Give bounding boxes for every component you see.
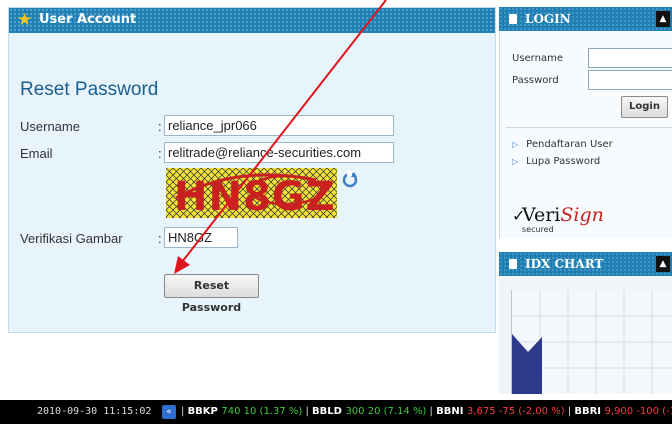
document-icon <box>509 259 517 269</box>
captcha-image: HN8GZ <box>166 168 337 218</box>
username-field[interactable]: reliance_jpr066 <box>164 115 394 136</box>
collapse-icon[interactable]: ▲ <box>656 256 670 272</box>
login-header: LOGIN ▲ <box>499 7 672 31</box>
email-label: Email <box>20 146 53 161</box>
captcha-field[interactable]: HN8GZ <box>164 227 238 248</box>
idx-chart-header: IDX CHART ▲ <box>499 252 672 276</box>
stock-ticker: 2010-09-30 11:15:02 « | BBKP 740 10 (1.3… <box>0 400 672 424</box>
page: ★ User Account Reset Password Username :… <box>0 0 672 424</box>
login-panel: Username Password Login ▷ Pendaftaran Use… <box>499 32 672 238</box>
login-password-field[interactable] <box>588 70 672 90</box>
divider <box>506 127 672 128</box>
idx-chart-panel <box>499 276 672 394</box>
username-label: Username <box>20 119 80 134</box>
idx-chart-title: IDX CHART <box>525 257 604 271</box>
ticker-scroll-icon[interactable]: « <box>162 405 176 419</box>
ticker-separator: | <box>302 406 313 417</box>
ticker-code[interactable]: BBRI <box>574 406 604 417</box>
star-icon: ★ <box>17 10 33 30</box>
triangle-right-icon: ▷ <box>512 157 519 166</box>
register-link-label: Pendaftaran User <box>526 139 613 150</box>
user-account-panel: ★ User Account Reset Password Username :… <box>8 7 496 333</box>
login-button[interactable]: Login <box>621 96 668 118</box>
ticker-value: 3,675 -75 (-2.00 %) <box>466 406 565 417</box>
verisign-secured-text: secured <box>522 225 554 234</box>
ticker-value: 9,900 -100 (-1.00 %) <box>604 406 672 417</box>
email-colon: : <box>158 146 162 161</box>
user-account-header: ★ User Account <box>9 8 495 33</box>
page-title: Reset Password <box>20 79 159 100</box>
refresh-captcha-icon[interactable] <box>341 171 359 189</box>
reset-password-button[interactable]: Reset Password <box>164 274 259 314</box>
idx-chart-area-fill <box>512 334 542 394</box>
forgot-password-link-label: Lupa Password <box>526 156 601 167</box>
ticker-value: 740 10 (1.37 %) <box>221 406 303 417</box>
collapse-icon[interactable]: ▲ <box>656 11 670 27</box>
username-colon: : <box>158 119 162 134</box>
login-username-field[interactable] <box>588 48 672 68</box>
login-title: LOGIN <box>525 12 571 26</box>
register-link[interactable]: ▷ Pendaftaran User <box>512 139 613 150</box>
document-icon <box>509 14 517 24</box>
ticker-code[interactable]: BBKP <box>188 406 222 417</box>
verisign-logo: VeriSign <box>522 204 604 226</box>
ticker-value: 300 20 (7.14 %) <box>345 406 427 417</box>
panel-title: User Account <box>39 12 137 27</box>
ticker-separator: | <box>564 406 575 417</box>
ticker-timestamp: 2010-09-30 11:15:02 <box>37 406 152 417</box>
ticker-code[interactable]: BBLD <box>312 406 345 417</box>
login-password-label: Password <box>512 75 559 86</box>
captcha-label: Verifikasi Gambar <box>20 231 123 246</box>
idx-chart-area <box>511 290 672 394</box>
captcha-colon: : <box>158 231 162 246</box>
ticker-code[interactable]: BBNI <box>436 406 467 417</box>
forgot-password-link[interactable]: ▷ Lupa Password <box>512 156 600 167</box>
email-field[interactable]: relitrade@reliance-securities.com <box>164 142 394 163</box>
ticker-separator: | <box>426 406 437 417</box>
verisign-badge[interactable]: ✓ VeriSign secured <box>510 204 604 236</box>
triangle-right-icon: ▷ <box>512 140 519 149</box>
idx-chart-graphic <box>512 290 672 394</box>
ticker-items: | BBKP 740 10 (1.37 %) | BBLD 300 20 (7.… <box>181 400 672 424</box>
login-username-label: Username <box>512 53 563 64</box>
